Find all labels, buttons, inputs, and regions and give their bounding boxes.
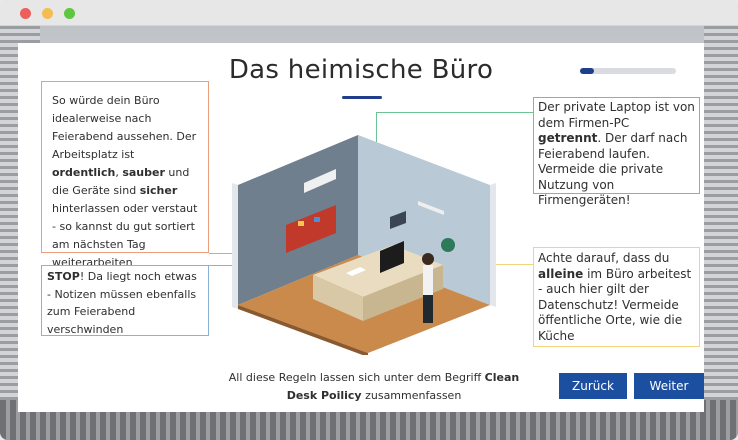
progress-bar (580, 68, 676, 74)
pinboard-note (298, 221, 304, 226)
callout-text: So würde dein Büro idealerweise nach Fei… (52, 94, 197, 161)
globe (441, 238, 455, 252)
maximize-window-icon[interactable] (64, 8, 75, 19)
callout-work-alone: Achte darauf, dass du alleine im Büro ar… (533, 247, 700, 347)
home-office-illustration (232, 135, 496, 355)
person-body (423, 265, 433, 295)
slide-card: Das heimische Büro So würde dein Büro id… (18, 43, 704, 412)
back-button[interactable]: Zurück (559, 373, 627, 399)
next-button[interactable]: Weiter (634, 373, 704, 399)
room-wall-edge (232, 183, 238, 309)
callout-bold-text: sicher (139, 184, 178, 197)
summary-text: zusammenfassen (361, 389, 462, 402)
minimize-window-icon[interactable] (42, 8, 53, 19)
pinboard-note-2 (314, 217, 320, 222)
callout-text: hinterlassen oder verstaut - so kannst d… (52, 202, 198, 269)
callout-bold-text: alleine (538, 266, 584, 281)
progress-fill (580, 68, 595, 74)
callout-bold-text: sauber (122, 166, 165, 179)
person-head (422, 253, 434, 265)
clean-desk-summary: All diese Regeln lassen sich unter dem B… (224, 369, 524, 405)
summary-text: All diese Regeln lassen sich unter dem B… (228, 371, 485, 384)
title-underline (342, 96, 382, 99)
browser-window: Das heimische Büro So würde dein Büro id… (0, 0, 738, 440)
callout-notes-warning: STOP! Da liegt noch etwas - Notizen müss… (41, 265, 209, 336)
callout-bold-text: getrennt (538, 131, 598, 145)
callout-text: Achte darauf, dass du (538, 251, 670, 265)
room-wall-edge-right (490, 183, 496, 307)
window-titlebar (0, 0, 738, 26)
callout-bold-text: STOP (47, 270, 80, 283)
callout-bold-text: ordentlich (52, 166, 116, 179)
person-legs (423, 295, 433, 323)
callout-private-laptop: Der private Laptop ist von dem Firmen-PC… (533, 97, 700, 207)
callout-text: Der private Laptop ist von dem Firmen-PC (538, 100, 695, 130)
callout-orderly-desk: So würde dein Büro idealerweise nach Fei… (41, 81, 209, 269)
window-blind-right (704, 26, 738, 440)
close-window-icon[interactable] (20, 8, 31, 19)
